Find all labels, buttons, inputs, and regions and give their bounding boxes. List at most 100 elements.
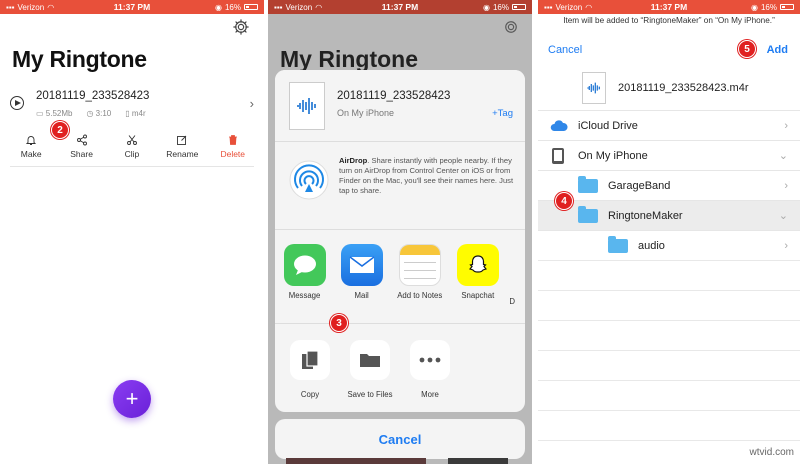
folder-icon — [578, 205, 598, 223]
delete-button[interactable]: Delete — [210, 134, 256, 159]
edit-icon — [177, 135, 187, 145]
ringtone-actions: Make Share Clip Rename Delete — [0, 134, 264, 159]
trash-icon — [228, 135, 237, 145]
battery-icon — [244, 4, 258, 10]
ellipsis-icon — [410, 340, 450, 380]
rename-button[interactable]: Rename — [159, 134, 205, 159]
divider — [538, 350, 800, 351]
watermark: wtvid.com — [749, 447, 794, 458]
shared-file-location: On My iPhone — [337, 108, 395, 118]
shared-file-header: 20181119_233528423 On My iPhone +Tag — [275, 70, 525, 142]
snapchat-app[interactable]: Snapchat — [456, 244, 499, 323]
signal-icon: ▪▪▪ — [6, 2, 15, 12]
chevron-right-icon: › — [784, 239, 788, 252]
battery-percent: 16% — [224, 2, 241, 12]
share-icon — [76, 134, 87, 146]
chevron-right-icon[interactable]: › — [250, 96, 254, 111]
files-picker-screen: ▪▪▪ Verizon ◠ 11:37 PM ◉ 16% Item will be a… — [538, 0, 800, 464]
folder-audio[interactable]: audio › — [538, 230, 800, 260]
settings-gear-icon — [505, 21, 517, 33]
share-actions-row: Copy Save to Files More — [275, 324, 525, 412]
folder-icon — [350, 340, 390, 380]
add-ringtone-button[interactable]: + — [113, 380, 151, 418]
cancel-button[interactable]: Cancel — [275, 419, 525, 459]
cancel-button[interactable]: Cancel — [548, 44, 582, 56]
ringtone-file-name[interactable]: 20181119_233528423 — [36, 90, 149, 102]
status-bar: ▪▪▪ Verizon ◠ 11:37 PM ◉ 16% — [268, 0, 532, 14]
step-badge-4: 4 — [555, 192, 573, 210]
airdrop-section[interactable]: AirDrop. Share instantly with people nea… — [275, 142, 525, 230]
share-sheet: 20181119_233528423 On My iPhone +Tag Air… — [275, 70, 525, 412]
signal-icon: ▪▪▪ — [274, 2, 283, 12]
alarm-icon: ◉ — [215, 2, 222, 12]
audio-file-icon — [289, 82, 325, 130]
audio-file-icon — [582, 72, 606, 104]
folder-garageband[interactable]: GarageBand › — [538, 170, 800, 200]
wifi-icon: ◠ — [585, 2, 593, 12]
tutorial-screenshot: ▪▪▪ Verizon ◠ 11:37 PM ◉ 16% My Ringtone 20… — [0, 0, 800, 464]
step-badge-5: 5 — [738, 40, 756, 58]
mail-app[interactable]: Mail — [340, 244, 383, 323]
background-content — [448, 458, 508, 464]
battery-icon — [512, 4, 526, 10]
chevron-right-icon: › — [784, 119, 788, 132]
alarm-icon: ◉ — [483, 2, 490, 12]
file-meta: ▭ 5.52Mb ◷ 3:10 ▯ m4r — [36, 109, 146, 118]
step-badge-3: 3 — [330, 314, 348, 332]
divider — [538, 440, 800, 441]
file-name: 20181119_233528423.m4r — [618, 82, 749, 94]
airdrop-icon — [289, 160, 329, 200]
file-size: ▭ 5.52Mb — [36, 109, 73, 118]
divider — [538, 320, 800, 321]
message-icon — [283, 244, 326, 286]
signal-icon: ▪▪▪ — [544, 2, 553, 12]
mail-icon — [340, 244, 383, 286]
shared-file-name: 20181119_233528423 — [337, 90, 451, 102]
divider — [538, 410, 800, 411]
page-title: My Ringtone — [12, 46, 147, 72]
divider — [538, 290, 800, 291]
file-format: ▯ m4r — [125, 109, 146, 118]
iphone-icon — [552, 147, 564, 164]
background-content — [286, 458, 426, 464]
wifi-icon: ◠ — [47, 2, 55, 12]
status-bar: ▪▪▪ Verizon ◠ 11:37 PM ◉ 16% — [0, 0, 264, 14]
add-button[interactable]: Add — [767, 44, 788, 56]
file-duration: ◷ 3:10 — [86, 109, 112, 118]
airdrop-description: AirDrop. Share instantly with people nea… — [339, 156, 514, 195]
alarm-icon: ◉ — [751, 2, 758, 12]
more-action[interactable]: More — [407, 340, 453, 412]
folder-ringtonemaker[interactable]: RingtoneMaker ⌄ — [538, 200, 800, 230]
status-bar: ▪▪▪ Verizon ◠ 11:37 PM ◉ 16% — [538, 0, 800, 14]
copy-action[interactable]: Copy — [287, 340, 333, 412]
copy-icon — [290, 340, 330, 380]
battery-icon — [780, 4, 794, 10]
save-to-files-action[interactable]: Save to Files — [347, 340, 393, 412]
divider — [538, 260, 800, 261]
chevron-down-icon: ⌄ — [778, 210, 788, 222]
more-apps-peek[interactable]: D — [509, 244, 519, 323]
folder-icon — [608, 235, 628, 253]
location-on-my-iphone[interactable]: On My iPhone ⌄ — [538, 140, 800, 170]
make-button[interactable]: Make — [8, 134, 54, 159]
share-button[interactable]: Share — [59, 134, 105, 159]
chevron-right-icon: › — [784, 179, 788, 192]
carrier-label: Verizon — [17, 2, 45, 12]
destination-info: Item will be added to “RingtoneMaker” on… — [563, 16, 775, 25]
message-app[interactable]: Message — [283, 244, 326, 323]
play-icon[interactable] — [10, 96, 24, 110]
divider — [538, 380, 800, 381]
scissors-icon — [127, 135, 137, 145]
add-tag-button[interactable]: +Tag — [492, 108, 513, 119]
my-ringtone-screen: ▪▪▪ Verizon ◠ 11:37 PM ◉ 16% My Ringtone 20… — [0, 0, 264, 464]
background-page-title: My Ringtone — [280, 46, 418, 72]
divider — [10, 166, 254, 167]
clip-button[interactable]: Clip — [109, 134, 155, 159]
folder-icon — [578, 175, 598, 193]
location-icloud-drive[interactable]: iCloud Drive › — [538, 110, 800, 140]
snapchat-ghost-icon — [456, 244, 499, 286]
wifi-icon: ◠ — [315, 2, 323, 12]
cloud-icon — [550, 119, 568, 131]
notes-app[interactable]: Add to Notes — [397, 244, 442, 323]
settings-gear-icon[interactable] — [232, 18, 250, 36]
